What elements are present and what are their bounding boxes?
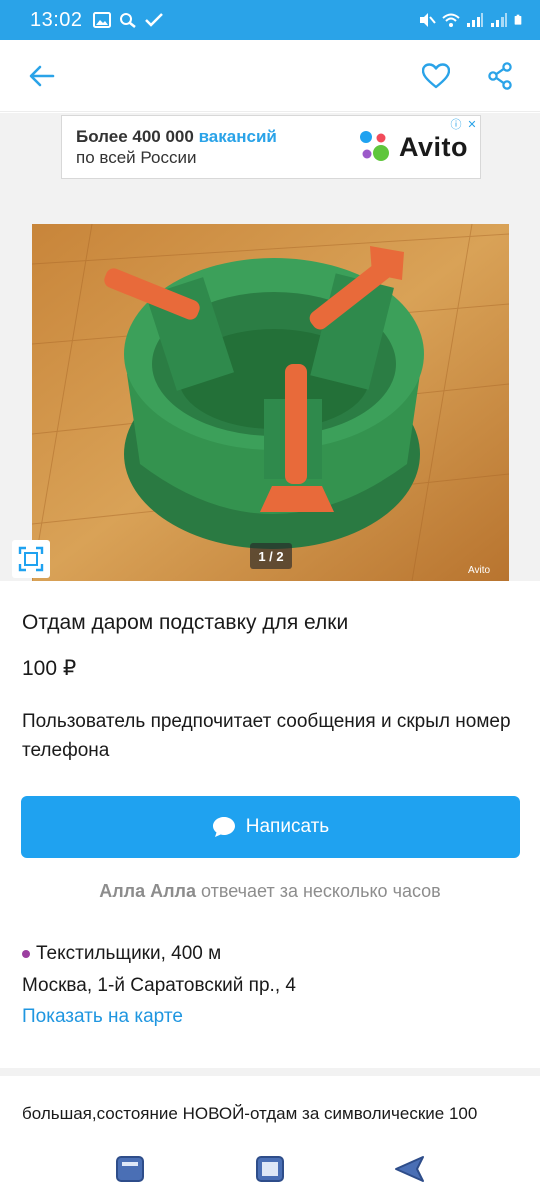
tree-stand-photo <box>32 224 509 581</box>
contact-note: Пользователь предпочитает сообщения и ск… <box>22 711 511 761</box>
seller-response-time: отвечает за несколько часов <box>201 881 441 901</box>
fullscreen-button[interactable] <box>12 540 50 578</box>
gallery-notification-icon <box>92 12 111 28</box>
gallery: Более 400 000 вакансий по всей России Av… <box>0 113 540 581</box>
share-icon <box>488 61 512 90</box>
recent-apps-button[interactable] <box>110 1149 150 1189</box>
write-message-button[interactable]: Написать <box>21 796 520 858</box>
listing-price: 100 ₽ <box>22 657 77 680</box>
ad-line1-bold: Более 400 000 <box>76 127 194 146</box>
write-button-label: Написать <box>245 816 330 837</box>
signal-icon <box>467 13 483 27</box>
recent-apps-icon <box>116 1155 144 1182</box>
app-bar <box>0 40 540 112</box>
status-time: 13:02 <box>30 8 83 31</box>
system-nav-bar <box>0 1137 540 1200</box>
ad-brand: Avito <box>399 131 468 162</box>
listing-description: большая,состояние НОВОЙ-отдам за символи… <box>22 1104 478 1123</box>
heart-icon <box>422 62 450 88</box>
search-notification-icon <box>119 13 136 28</box>
mute-icon <box>420 13 436 27</box>
metro-station: Текстильщики, 400 м <box>22 943 221 965</box>
back-button[interactable] <box>22 56 62 96</box>
ad-close-icon[interactable]: ✕ <box>464 116 480 132</box>
show-on-map-link[interactable]: Показать на карте <box>22 1006 183 1028</box>
check-notification-icon <box>144 13 163 27</box>
ad-controls: ⓘ ✕ <box>448 116 480 132</box>
chat-bubble-icon <box>212 817 235 837</box>
arrow-left-icon <box>29 65 55 86</box>
ad-banner[interactable]: Более 400 000 вакансий по всей России Av… <box>61 115 481 179</box>
back-nav-button[interactable] <box>390 1149 430 1189</box>
metro-station-label: Текстильщики, 400 м <box>36 943 222 964</box>
seller-name[interactable]: Алла Алла <box>99 881 196 901</box>
photo-counter: 1 / 2 <box>250 543 292 569</box>
section-divider <box>0 1068 540 1076</box>
ad-line1-accent: вакансий <box>198 127 277 146</box>
home-icon <box>256 1155 284 1182</box>
home-button[interactable] <box>250 1149 290 1189</box>
battery-icon <box>514 14 522 25</box>
ad-line2: по всей России <box>76 148 197 167</box>
photo-watermark: Avito <box>468 565 491 576</box>
listing-title: Отдам даром подставку для елки <box>22 611 349 634</box>
status-bar: 13:02 <box>0 0 540 40</box>
wifi-icon <box>442 13 460 27</box>
ad-text: Более 400 000 вакансий по всей России <box>76 126 277 168</box>
ad-logo: Avito <box>357 129 468 165</box>
listing-photo[interactable] <box>32 224 509 581</box>
seller-line: Алла Алла отвечает за несколько часов <box>0 881 540 902</box>
fullscreen-icon <box>18 546 44 572</box>
favorite-button[interactable] <box>418 58 454 94</box>
back-nav-icon <box>395 1155 424 1182</box>
signal-2-icon <box>491 13 507 27</box>
share-button[interactable] <box>482 58 518 94</box>
address: Москва, 1-й Саратовский пр., 4 <box>22 975 296 996</box>
metro-line-dot <box>22 950 30 958</box>
avito-dots-icon <box>360 131 389 161</box>
ad-info-icon[interactable]: ⓘ <box>448 116 464 132</box>
